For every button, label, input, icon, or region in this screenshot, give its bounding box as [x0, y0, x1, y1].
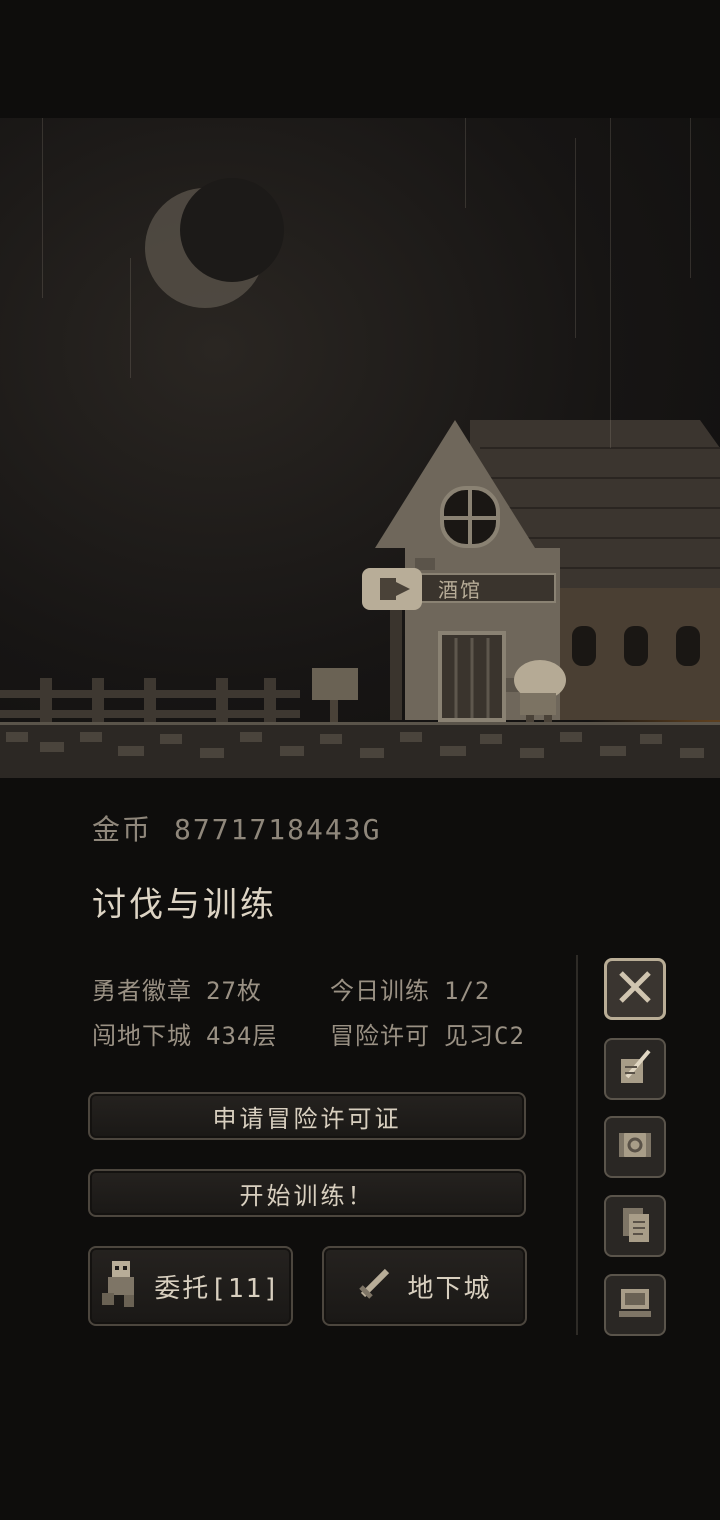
fence: [0, 678, 300, 722]
side-menu-documents[interactable]: [604, 1195, 666, 1257]
scene-art: [0, 178, 720, 778]
rain-streak: [690, 118, 691, 278]
badge-value: 27枚: [206, 977, 262, 1005]
moon-icon: [145, 178, 284, 308]
start-training-button[interactable]: 开始训练！: [88, 1169, 526, 1217]
crossed-swords-icon: [615, 967, 655, 1011]
dungeon-value: 434层: [206, 1022, 278, 1050]
documents-icon: [615, 1204, 655, 1248]
mailbox-icon: [312, 668, 358, 700]
knight-icon: [100, 1257, 140, 1316]
apply-license-button[interactable]: 申请冒险许可证: [88, 1092, 526, 1140]
badge-stat: 勇者徽章 27枚: [92, 971, 262, 1006]
gold-label: 金币: [92, 813, 153, 846]
side-menu-battle[interactable]: [604, 958, 666, 1020]
gold-display: 金币 8771718443G: [92, 808, 381, 848]
side-menu-computer[interactable]: [604, 1274, 666, 1336]
side-menu-quest[interactable]: [604, 1038, 666, 1100]
dungeon-label: 地下城: [407, 1273, 492, 1304]
side-divider: [576, 955, 578, 1335]
badge-label: 勇者徽章: [92, 977, 192, 1005]
rain-streak: [130, 258, 131, 378]
sword-icon: [357, 1265, 393, 1308]
computer-icon: [615, 1283, 655, 1327]
license-label: 冒险许可: [330, 1022, 430, 1050]
rain-streak: [465, 118, 466, 208]
training-stat: 今日训练 1/2: [330, 971, 490, 1006]
section-title: 讨伐与训练: [92, 885, 277, 925]
rain-streak: [610, 118, 611, 448]
training-label: 今日训练: [330, 977, 430, 1005]
tavern-scene: 酒馆: [0, 118, 720, 778]
side-menu-map[interactable]: [604, 1116, 666, 1178]
license-stat: 冒险许可 见习C2: [330, 1016, 525, 1051]
commission-label: 委托[11]: [154, 1273, 281, 1304]
dungeon-button[interactable]: 地下城: [322, 1246, 527, 1326]
rain-streak: [42, 118, 43, 298]
map-scroll-icon: [615, 1125, 655, 1169]
dungeon-stat: 闯地下城 434层: [92, 1016, 277, 1051]
quill-paper-icon: [615, 1047, 655, 1091]
dungeon-label: 闯地下城: [92, 1022, 192, 1050]
commission-button[interactable]: 委托[11]: [88, 1246, 293, 1326]
gold-value: 8771718443G: [174, 813, 382, 846]
rain-streak: [575, 138, 576, 338]
training-value: 1/2: [444, 977, 491, 1005]
license-value: 见习C2: [444, 1022, 525, 1050]
tavern-sign-text: 酒馆: [438, 578, 482, 602]
